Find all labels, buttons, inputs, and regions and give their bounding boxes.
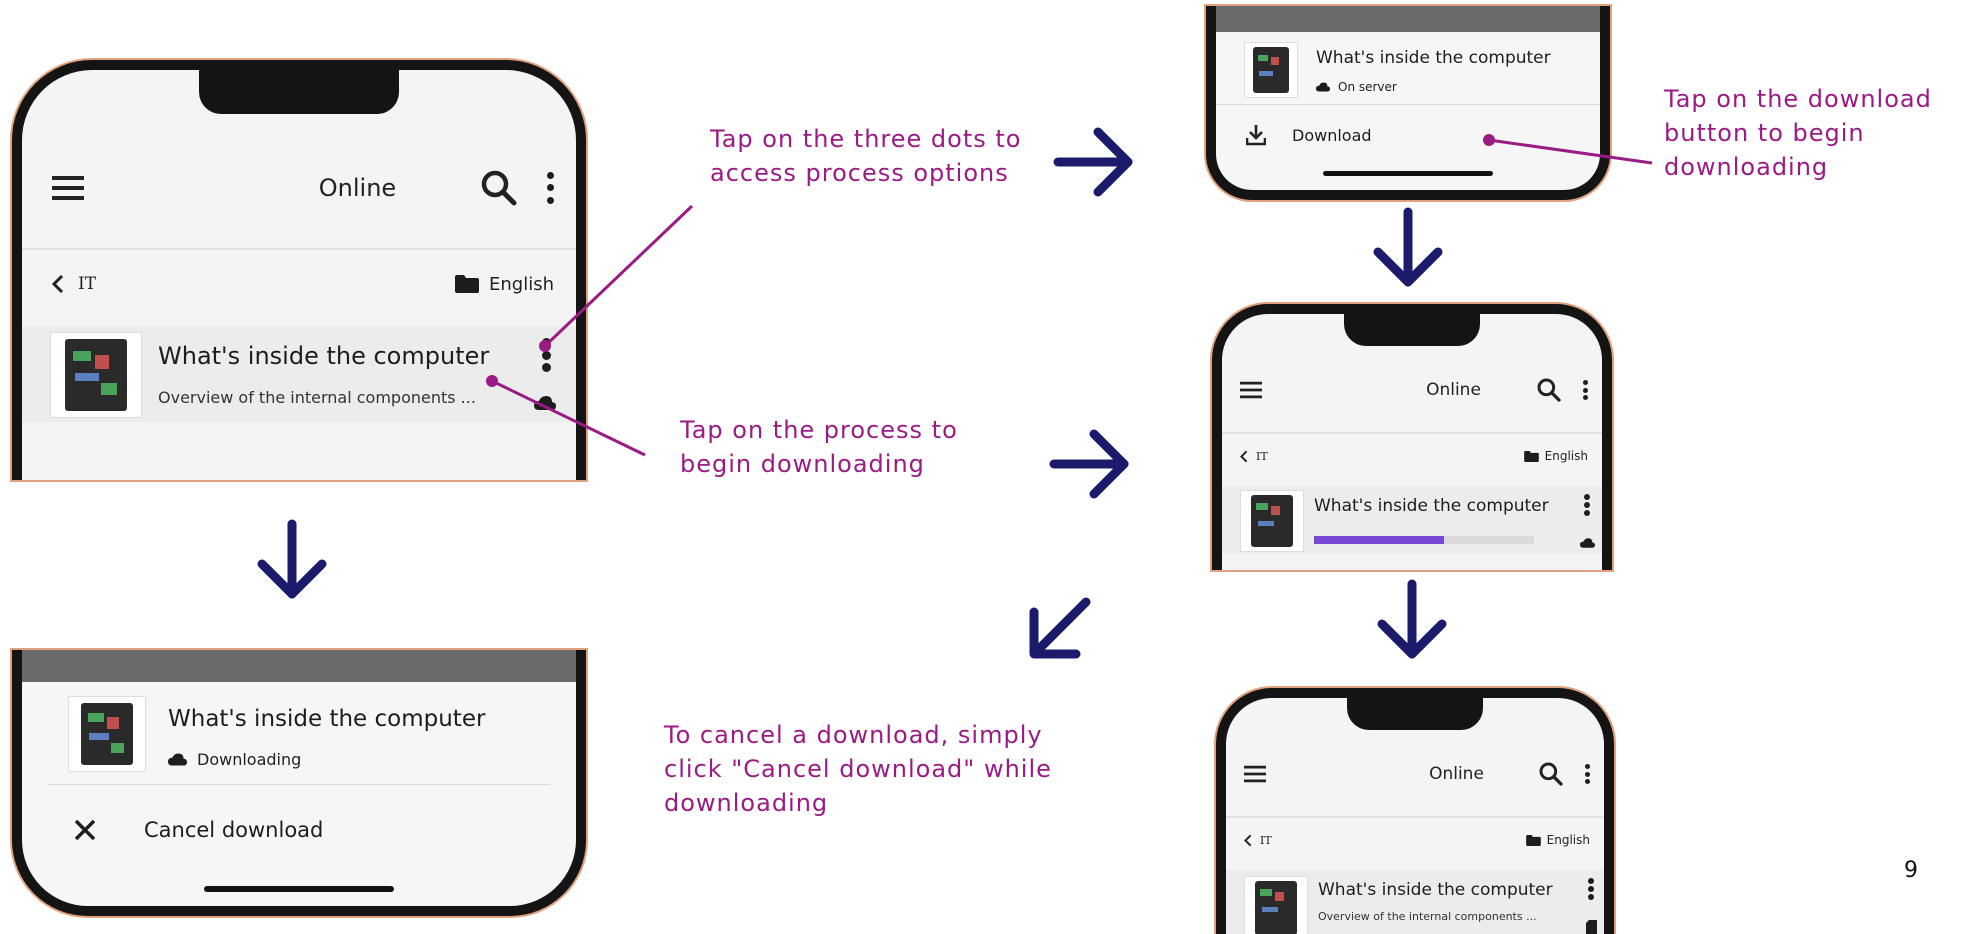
arrow-right-icon — [1049, 429, 1129, 499]
pointer-line-download — [1483, 134, 1653, 165]
arrow-down-icon — [257, 519, 327, 599]
pointer-line-three-dots — [539, 204, 694, 352]
callout-cancel-download: To cancel a download, simply click "Canc… — [664, 721, 1052, 818]
callout-tap-process: Tap on the process to begin downloading — [680, 416, 958, 479]
callout-download-button: Tap on the download button to begin down… — [1664, 85, 1932, 182]
arrow-down-icon — [1377, 579, 1447, 659]
page-number: 9 — [1904, 858, 1918, 883]
arrow-right-icon — [1053, 127, 1133, 197]
arrow-down-icon — [1373, 207, 1443, 287]
pointer-line-process — [486, 375, 646, 457]
callout-three-dots: Tap on the three dots to access process … — [710, 125, 1022, 188]
arrow-down-left-icon — [1029, 597, 1091, 659]
